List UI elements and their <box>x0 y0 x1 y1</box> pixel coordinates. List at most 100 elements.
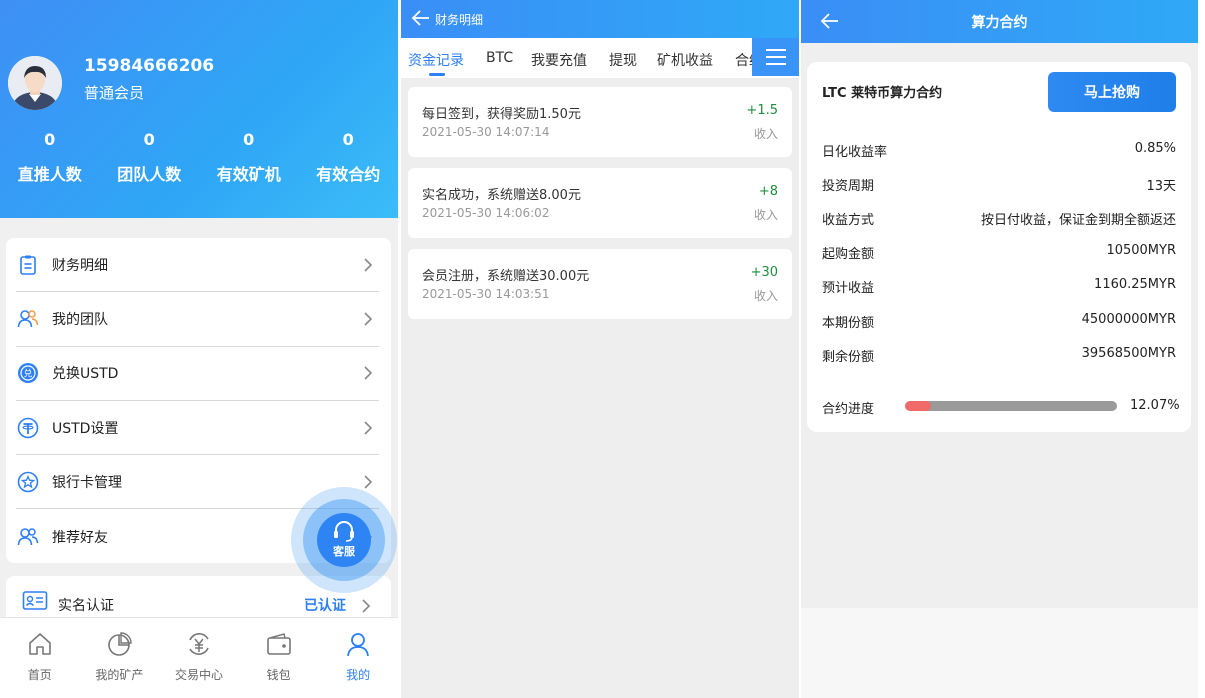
stat-label: 直推人数 <box>17 165 82 184</box>
list-item[interactable]: 会员注册，系统赠送30.00元 2021-05-30 14:03:51 +30 … <box>408 249 792 319</box>
contract-header: 算力合约 <box>801 0 1198 43</box>
tabs-menu-button[interactable] <box>752 38 799 76</box>
svg-text:兑: 兑 <box>23 368 32 380</box>
stat-label: 有效合约 <box>316 165 381 184</box>
team-icon <box>16 307 40 331</box>
customer-service-ring: 客服 <box>303 499 385 581</box>
contract-row: 本期份额 45000000MYR <box>822 312 1176 332</box>
progress-value: 12.07% <box>1130 398 1180 413</box>
list-item[interactable]: 每日签到，获得奖励1.50元 2021-05-30 14:07:14 +1.5 … <box>408 87 792 157</box>
finance-detail-screen: 财务明细 资金记录 BTC 我要充值 提现 矿机收益 合约 每日签到，获得奖励1… <box>401 0 799 698</box>
tab-label: 我的 <box>346 668 371 682</box>
tether-icon <box>16 416 40 440</box>
row-value: 13天 <box>1146 179 1176 194</box>
row-value: 45000000MYR <box>1081 312 1176 327</box>
tab-recharge[interactable]: 我要充值 <box>531 50 587 70</box>
row-value: 按日付收益，保证金到期全额返还 <box>980 213 1176 228</box>
bottom-tabbar: 首页 我的矿产 交易中心 钱包 我的 <box>0 617 398 698</box>
tab-fund-records[interactable]: 资金记录 <box>408 50 464 70</box>
pie-chart-icon <box>108 632 133 656</box>
headset-icon <box>334 521 354 542</box>
list-item[interactable]: 实名成功，系统赠送8.00元 2021-05-30 14:06:02 +8 收入 <box>408 168 792 238</box>
bottom-area <box>801 608 1198 698</box>
menu-item-label: 银行卡管理 <box>52 474 122 491</box>
row-value: 1160.25MYR <box>1094 277 1176 292</box>
tab-btc[interactable]: BTC <box>486 50 513 66</box>
row-value: 39568500MYR <box>1081 346 1176 361</box>
yen-exchange-icon <box>189 633 209 655</box>
buy-now-button[interactable]: 马上抢购 <box>1048 72 1176 112</box>
row-key: 日化收益率 <box>822 145 888 160</box>
menu-item-label: 兑换USTD <box>52 366 119 383</box>
menu-item-label: 我的团队 <box>52 311 108 328</box>
menu-item-exchange[interactable]: 兑 兑换USTD <box>16 347 379 401</box>
record-time: 2021-05-30 14:06:02 <box>422 206 550 220</box>
back-arrow-icon[interactable] <box>411 8 431 28</box>
hamburger-menu-icon <box>765 49 786 65</box>
row-value: 10500MYR <box>1106 243 1176 258</box>
record-type: 收入 <box>753 127 778 141</box>
menu-item-finance[interactable]: 财务明细 <box>16 238 379 293</box>
record-type: 收入 <box>753 289 778 303</box>
contract-name: LTC 莱特币算力合约 <box>822 86 943 101</box>
menu-item-ustd-settings[interactable]: USTD设置 <box>16 401 379 456</box>
finance-header: 财务明细 <box>401 0 799 38</box>
row-key: 本期份额 <box>822 316 875 331</box>
home-icon <box>28 633 51 655</box>
stat-direct[interactable]: 0 直推人数 <box>0 130 100 185</box>
stat-contracts[interactable]: 0 有效合约 <box>299 130 399 185</box>
menu-item-label: USTD设置 <box>52 420 119 437</box>
menu-item-team[interactable]: 我的团队 <box>16 292 379 347</box>
verification-label: 实名认证 <box>58 598 114 614</box>
chevron-right-icon <box>363 365 373 381</box>
finance-tabs: 资金记录 BTC 我要充值 提现 矿机收益 合约 <box>401 38 799 78</box>
contract-screen: 算力合约 LTC 莱特币算力合约 马上抢购 日化收益率 0.85% 投资周期 1… <box>801 0 1198 698</box>
record-type: 收入 <box>753 208 778 222</box>
tab-wallet[interactable]: 钱包 <box>239 618 319 698</box>
stat-value: 0 <box>342 130 354 149</box>
contract-card: LTC 莱特币算力合约 马上抢购 日化收益率 0.85% 投资周期 13天 收益… <box>807 62 1191 432</box>
avatar[interactable] <box>8 56 62 110</box>
record-title: 每日签到，获得奖励1.50元 <box>422 107 581 122</box>
row-key: 起购金额 <box>822 247 875 262</box>
tab-my-mining[interactable]: 我的矿产 <box>80 618 160 698</box>
menu-item-label: 财务明细 <box>52 257 108 274</box>
record-time: 2021-05-30 14:07:14 <box>422 125 550 139</box>
tab-label: 我的矿产 <box>95 668 144 682</box>
user-icon <box>347 633 370 657</box>
stat-value: 0 <box>44 130 56 149</box>
referral-icon <box>16 525 40 549</box>
record-time: 2021-05-30 14:03:51 <box>422 287 550 301</box>
stat-team[interactable]: 0 团队人数 <box>100 130 200 185</box>
contract-row: 预计收益 1160.25MYR <box>822 277 1176 297</box>
progress-fill <box>905 401 931 411</box>
document-list-icon <box>16 253 40 277</box>
customer-service-label: 客服 <box>333 545 355 558</box>
row-key: 预计收益 <box>822 281 875 296</box>
customer-service-core: 客服 <box>317 513 371 567</box>
row-key: 收益方式 <box>822 213 875 228</box>
stat-value: 0 <box>143 130 155 149</box>
user-phone: 15984666206 <box>84 56 215 76</box>
exchange-icon: 兑 <box>16 361 40 385</box>
stat-miners[interactable]: 0 有效矿机 <box>199 130 299 185</box>
row-value: 0.85% <box>1134 141 1176 156</box>
stat-value: 0 <box>243 130 255 149</box>
wallet-icon <box>266 633 291 655</box>
tab-mine[interactable]: 我的 <box>318 618 398 698</box>
contract-row: 起购金额 10500MYR <box>822 243 1176 263</box>
contract-row: 投资周期 13天 <box>822 175 1176 195</box>
tab-home[interactable]: 首页 <box>0 618 80 698</box>
tab-label: 首页 <box>27 668 52 682</box>
customer-service-button[interactable]: 客服 <box>291 487 397 593</box>
tab-withdraw[interactable]: 提现 <box>609 50 637 70</box>
tab-label: 交易中心 <box>174 668 223 682</box>
record-amount: +30 <box>750 265 778 280</box>
tab-trading-center[interactable]: 交易中心 <box>159 618 239 698</box>
stat-label: 团队人数 <box>117 165 182 184</box>
member-level: 普通会员 <box>84 84 145 102</box>
record-amount: +8 <box>758 184 778 199</box>
tab-miner-income[interactable]: 矿机收益 <box>657 50 713 70</box>
bank-card-icon <box>16 470 40 494</box>
stat-label: 有效矿机 <box>216 165 281 184</box>
